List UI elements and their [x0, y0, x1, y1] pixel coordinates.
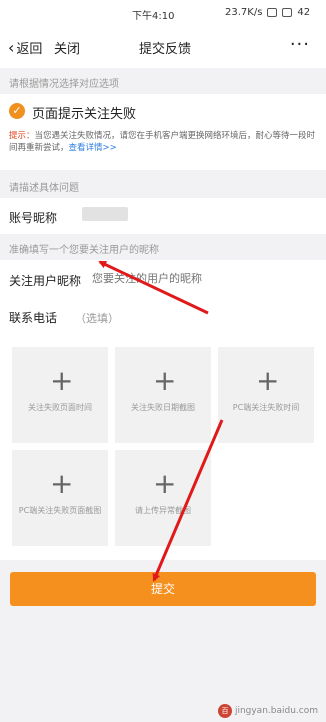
upload-label: PC端关注失败时间: [232, 403, 300, 412]
wifi-icon: [282, 8, 293, 17]
plus-icon: +: [50, 467, 74, 500]
option-label: 页面提示关注失败: [32, 107, 137, 122]
upload-card[interactable]: + 关注失败日期截图: [115, 347, 211, 443]
account-label: 账号昵称: [9, 211, 58, 225]
nav-bar: ‹ 返回 关闭 提交反馈 ···: [0, 28, 326, 68]
back-button[interactable]: ‹ 返回: [8, 38, 42, 57]
target-hint: 准确填写一个您要关注用户的昵称: [9, 245, 159, 256]
watermark-text: jingyan.baidu.com: [234, 706, 318, 716]
signal-icon: [267, 8, 278, 17]
reason-option[interactable]: ✓ 页面提示关注失败: [0, 94, 326, 130]
page-title: 提交反馈: [138, 42, 191, 57]
plus-icon: +: [153, 467, 177, 500]
notice-text: 当您遇关注失败情况，请您在手机客户端更换网络环境后，耐心等待一段时间再重新尝试，: [9, 131, 316, 153]
account-value-blurred: [82, 207, 128, 221]
plus-icon: +: [256, 364, 280, 397]
plus-icon: +: [50, 364, 74, 397]
detail-hint: 请描述具体问题: [9, 183, 79, 194]
check-icon: ✓: [9, 103, 25, 119]
reason-hint: 请根据情况选择对应选项: [9, 79, 119, 90]
follow-user-input[interactable]: [92, 272, 292, 285]
target-hint-row: 准确填写一个您要关注用户的昵称: [0, 234, 326, 260]
detail-section: 请描述具体问题: [0, 170, 326, 198]
network-speed: 23.7K/s: [225, 7, 263, 18]
notice-box: 提示：当您遇关注失败情况，请您在手机客户端更换网络环境后，耐心等待一段时间再重新…: [0, 130, 326, 168]
status-icons: 23.7K/s 42: [225, 7, 310, 18]
watermark-logo: 百: [217, 704, 232, 718]
upload-label: 关注失败页面时间: [28, 403, 92, 412]
account-row[interactable]: 账号昵称: [0, 198, 326, 234]
upload-label: 请上传异常截图: [135, 506, 191, 515]
upload-label: PC端关注失败页面截图: [18, 506, 102, 515]
reason-section: 请根据情况选择对应选项: [0, 68, 326, 94]
follow-user-label: 关注用户昵称: [9, 274, 82, 288]
watermark: 百 jingyan.baidu.com: [217, 704, 318, 718]
plus-icon: +: [153, 364, 177, 397]
battery-level: 42: [297, 7, 311, 18]
upload-card[interactable]: + PC端关注失败时间: [218, 347, 314, 443]
chevron-left-icon: ‹: [8, 38, 15, 57]
submit-button[interactable]: 提交: [10, 572, 316, 606]
phone-row[interactable]: 联系电话 （选填）: [0, 300, 326, 335]
close-button[interactable]: 关闭: [54, 38, 80, 57]
upload-card[interactable]: + 请上传异常截图: [115, 450, 211, 546]
upload-card[interactable]: + 关注失败页面时间: [12, 347, 108, 443]
follow-user-row: 关注用户昵称: [0, 260, 326, 300]
back-label: 返回: [16, 42, 43, 57]
details-link[interactable]: 查看详情>>: [69, 143, 117, 153]
status-bar: 下午4:10 23.7K/s 42: [0, 0, 326, 26]
phone-label: 联系电话: [9, 311, 58, 325]
more-options-button[interactable]: ···: [290, 34, 310, 55]
upload-grid: + 关注失败页面时间 + 关注失败日期截图 + PC端关注失败时间 + PC端关…: [0, 335, 326, 560]
status-time: 下午4:10: [132, 11, 175, 22]
upload-label: 关注失败日期截图: [131, 403, 195, 412]
notice-lead: 提示：: [9, 131, 35, 141]
upload-card[interactable]: + PC端关注失败页面截图: [12, 450, 108, 546]
phone-optional-hint: （选填）: [75, 312, 119, 325]
